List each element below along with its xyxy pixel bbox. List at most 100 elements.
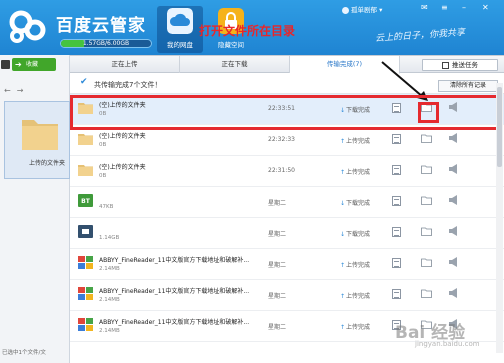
- folder-icon: [78, 132, 93, 145]
- open-folder-icon[interactable]: [421, 289, 432, 298]
- arrow-up-icon: ↑: [340, 138, 346, 145]
- arrow-up-icon: ↑: [340, 324, 346, 331]
- open-folder-icon[interactable]: [421, 134, 432, 143]
- file-size: 1.14GB: [99, 235, 120, 241]
- transfer-status-text: 下载完成: [346, 200, 371, 207]
- file-time: 22:32:33: [268, 136, 295, 143]
- transfer-row[interactable]: (空)上传的文件夹 0B 22:31:50 ↑上传完成: [70, 156, 504, 187]
- open-folder-icon[interactable]: [421, 165, 432, 174]
- transfer-row[interactable]: 1.14GB 星期二 ↓下载完成: [70, 218, 504, 249]
- close-icon[interactable]: ✕: [482, 3, 489, 12]
- file-size: 0B: [99, 111, 107, 117]
- folder-icon: [22, 120, 58, 150]
- open-folder-icon[interactable]: [421, 258, 432, 267]
- chevron-down-icon: ▾: [379, 6, 383, 14]
- share-icon[interactable]: [448, 287, 458, 299]
- scrollbar[interactable]: [496, 83, 503, 353]
- share-icon[interactable]: [448, 225, 458, 237]
- completion-bar: ✔ 共传输完成7个文件！ 清除所有记录: [70, 74, 504, 94]
- file-name: ABBYY_FineReader_11中文版官方下载地址和破解补...: [99, 319, 250, 326]
- nav-my-disk[interactable]: 我的网盘: [157, 6, 203, 53]
- open-folder-icon[interactable]: [421, 103, 432, 112]
- folder-icon: [78, 163, 93, 176]
- transfer-row[interactable]: BT 47KB 星期二 ↓下载完成: [70, 187, 504, 218]
- minimize-icon[interactable]: –: [462, 3, 466, 12]
- details-icon[interactable]: [392, 134, 401, 144]
- transfer-status-text: 下载完成: [346, 107, 371, 114]
- file-size: 2.14MB: [99, 328, 120, 334]
- video-file-icon: [78, 225, 93, 238]
- file-time: 星期二: [268, 262, 287, 269]
- back-button[interactable]: ➔ 收藏: [12, 58, 56, 71]
- clear-all-records-button[interactable]: 清除所有记录: [438, 80, 498, 92]
- tab-downloading[interactable]: 正在下载: [180, 56, 290, 73]
- file-size: 0B: [99, 142, 107, 148]
- arrow-down-icon: ↓: [340, 200, 346, 207]
- file-time: 星期二: [268, 200, 287, 207]
- transfer-status-text: 上传完成: [346, 324, 371, 331]
- document-file-icon: [78, 318, 93, 331]
- annotation-label: 打开文件所在目录: [199, 24, 296, 38]
- file-time: 星期二: [268, 293, 287, 300]
- push-tasks-button[interactable]: 推送任务: [422, 59, 498, 71]
- scrollbar-thumb[interactable]: [497, 87, 502, 167]
- history-arrows[interactable]: ←→: [4, 86, 29, 95]
- storage-quota-bar: 1.57GB/6.00GB: [60, 39, 152, 48]
- details-icon[interactable]: [392, 196, 401, 206]
- user-menu[interactable]: 孤单剧郁 ▾: [342, 4, 382, 14]
- nav-label: 我的网盘: [167, 41, 193, 49]
- transfer-status: ↓下载完成: [340, 229, 370, 238]
- open-folder-icon[interactable]: [421, 227, 432, 236]
- transfer-status: ↓下载完成: [340, 105, 370, 114]
- transfer-status: ↓下载完成: [340, 198, 370, 207]
- share-icon[interactable]: [448, 101, 458, 113]
- storage-quota-text: 1.57GB/6.00GB: [82, 40, 130, 47]
- file-time: 22:33:51: [268, 105, 295, 112]
- transfer-row[interactable]: (空)上传的文件夹 0B 22:32:33 ↑上传完成: [70, 125, 504, 156]
- file-time: 星期二: [268, 231, 287, 238]
- details-icon[interactable]: [392, 258, 401, 268]
- status-bar-text: 已选中1个文件/文: [2, 350, 46, 356]
- file-size: 2.14MB: [99, 266, 120, 272]
- transfer-status-text: 上传完成: [346, 138, 371, 145]
- push-tasks-label: 推送任务: [452, 61, 478, 69]
- transfer-status: ↑上传完成: [340, 136, 370, 145]
- file-time: 星期二: [268, 324, 287, 331]
- transfer-status-text: 下载完成: [346, 231, 371, 238]
- share-icon[interactable]: [448, 256, 458, 268]
- baidu-cloud-logo-icon: [9, 10, 46, 43]
- panel-toggle-icon[interactable]: [1, 60, 10, 69]
- details-icon[interactable]: [392, 227, 401, 237]
- details-icon[interactable]: [392, 289, 401, 299]
- checkmark-icon: ✔: [80, 77, 88, 87]
- share-icon[interactable]: [448, 163, 458, 175]
- transfer-row[interactable]: ABBYY_FineReader_11中文版官方下载地址和破解补... 2.14M…: [70, 249, 504, 280]
- file-name: (空)上传的文件夹: [99, 102, 146, 109]
- share-icon[interactable]: [448, 132, 458, 144]
- svg-text:BT: BT: [81, 198, 91, 205]
- left-panel: ➔ 收藏 ←→ 上传的文件夹 已选中1个文件/文: [0, 55, 70, 363]
- slogan: 云上的日子，你我共享: [374, 27, 466, 45]
- mail-icon[interactable]: ✉: [421, 3, 428, 12]
- folder-label: 上传的文件夹: [29, 160, 66, 167]
- transfer-panel: 正在上传 正在下载 传输完成(7) 推送任务 ✔ 共传输完成7个文件！ 清除所有…: [70, 55, 504, 363]
- tab-uploading[interactable]: 正在上传: [70, 56, 180, 73]
- transfer-status: ↑上传完成: [340, 167, 370, 176]
- transfer-row[interactable]: ABBYY_FineReader_11中文版官方下载地址和破解补... 2.14M…: [70, 280, 504, 311]
- arrow-up-icon: ↑: [340, 262, 346, 269]
- details-icon[interactable]: [392, 103, 401, 113]
- arrow-up-icon: ↑: [340, 293, 346, 300]
- share-icon[interactable]: [448, 194, 458, 206]
- open-folder-icon[interactable]: [421, 196, 432, 205]
- document-file-icon: [78, 287, 93, 300]
- tab-completed[interactable]: 传输完成(7): [290, 56, 400, 74]
- details-icon[interactable]: [392, 165, 401, 175]
- transfer-status: ↑上传完成: [340, 260, 370, 269]
- transfer-row[interactable]: (空)上传的文件夹 0B 22:33:51 ↓下载完成: [70, 94, 504, 125]
- arrow-down-icon: ↓: [340, 231, 346, 238]
- file-name: (空)上传的文件夹: [99, 164, 146, 171]
- document-file-icon: [78, 256, 93, 269]
- menu-icon[interactable]: ≡: [441, 3, 448, 12]
- app-title: 百度云管家: [56, 16, 146, 36]
- username: 孤单剧郁: [351, 6, 377, 14]
